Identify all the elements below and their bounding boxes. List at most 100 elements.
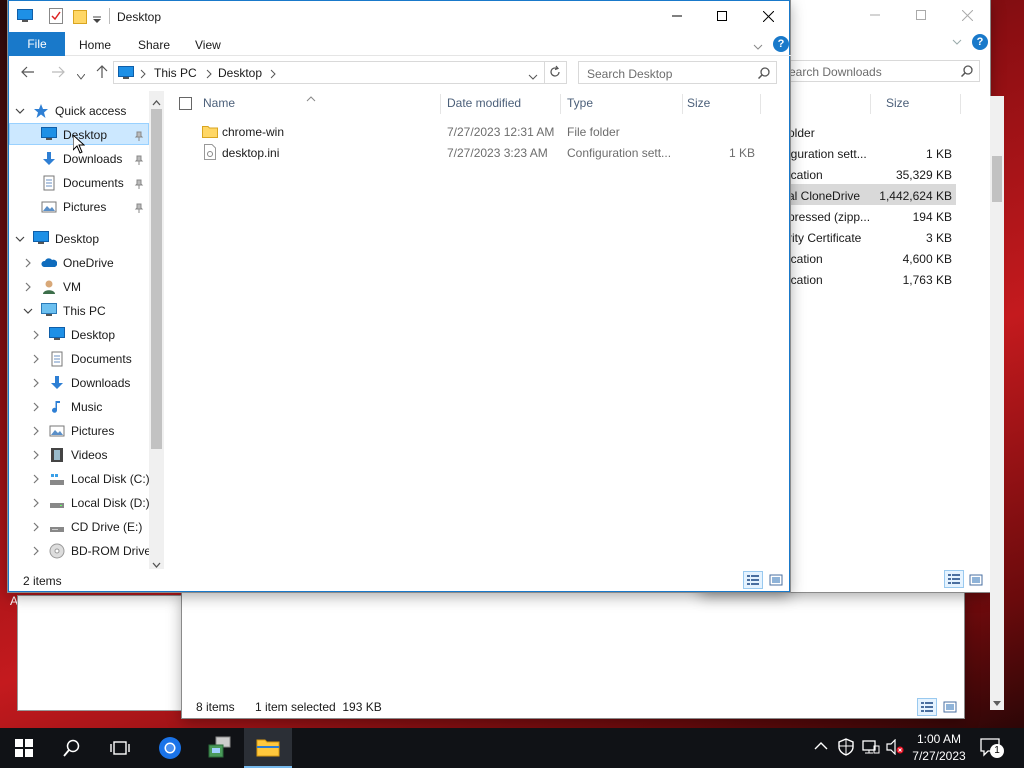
breadcrumb-separator-icon[interactable]: [270, 68, 276, 82]
start-button[interactable]: [0, 728, 48, 768]
recent-locations-icon[interactable]: [76, 69, 86, 83]
search-taskbar-button[interactable]: [48, 728, 96, 768]
network-tool-taskbar-button[interactable]: [196, 728, 244, 768]
table-row[interactable]: iguration sett... 1 KB: [788, 145, 960, 166]
ribbon-expand-icon[interactable]: [753, 40, 763, 54]
breadcrumb-separator-icon[interactable]: [140, 68, 146, 82]
chevron-right-icon[interactable]: [31, 330, 41, 340]
table-row[interactable]: ication 35,329 KB: [788, 166, 960, 187]
pin-icon[interactable]: [134, 202, 144, 216]
chevron-right-icon[interactable]: [31, 474, 41, 484]
back-details-view-button[interactable]: [944, 570, 964, 588]
sidebar-item-quick-access[interactable]: Quick access: [15, 99, 126, 123]
breadcrumb-this-pc[interactable]: This PC: [154, 66, 197, 80]
help-icon[interactable]: ?: [773, 36, 789, 52]
refresh-button[interactable]: [545, 61, 567, 84]
scrollbar-thumb[interactable]: [151, 109, 162, 449]
table-row[interactable]: rity Certificate 3 KB: [788, 229, 960, 250]
scroll-up-icon[interactable]: [152, 95, 161, 109]
background-scrollbar[interactable]: [990, 96, 1004, 710]
table-row[interactable]: al CloneDrive 1,442,624 KB: [788, 187, 960, 208]
back-arrow-icon[interactable]: [21, 65, 35, 82]
title-bar[interactable]: Desktop: [9, 1, 791, 32]
scrollbar-thumb[interactable]: [992, 156, 1002, 202]
sidebar-item-this-pc[interactable]: This PC: [23, 299, 106, 323]
sidebar-item-pc-pictures[interactable]: Pictures: [31, 419, 114, 443]
sidebar-item-pc-videos[interactable]: Videos: [31, 443, 107, 467]
ribbon-collapse-icon[interactable]: [952, 35, 962, 49]
network-tray-button[interactable]: [862, 739, 880, 758]
sidebar-item-local-disk-c[interactable]: Local Disk (C:): [31, 467, 149, 491]
up-arrow-icon[interactable]: [95, 65, 109, 82]
chevron-down-icon[interactable]: [15, 234, 25, 244]
chevron-right-icon[interactable]: [31, 498, 41, 508]
tab-file[interactable]: File: [9, 32, 65, 56]
back-large-icons-view-button[interactable]: [968, 572, 984, 591]
chevron-right-icon[interactable]: [31, 378, 41, 388]
action-center-button[interactable]: 1: [980, 738, 1004, 761]
scroll-down-icon[interactable]: [993, 696, 1001, 710]
maximize-button[interactable]: [699, 1, 745, 31]
sidebar-item-qa-pictures[interactable]: Pictures: [41, 195, 106, 219]
chevron-down-icon[interactable]: [23, 306, 33, 316]
chevron-right-icon[interactable]: [31, 354, 41, 364]
chrome-taskbar-button[interactable]: [146, 728, 194, 768]
table-row[interactable]: ication 4,600 KB: [788, 250, 960, 271]
column-header-date[interactable]: Date modified: [447, 91, 521, 115]
address-dropdown-icon[interactable]: [528, 70, 538, 84]
security-tray-button[interactable]: [838, 738, 854, 759]
show-hidden-icons-button[interactable]: [814, 740, 828, 754]
close-button[interactable]: [944, 0, 990, 30]
minimize-button[interactable]: [852, 0, 898, 30]
select-all-checkbox[interactable]: [179, 97, 192, 110]
large-icons-view-button[interactable]: [942, 699, 958, 715]
file-explorer-taskbar-button[interactable]: [244, 728, 292, 768]
search-box[interactable]: earch Downloads: [784, 60, 980, 82]
breadcrumb-separator-icon[interactable]: [206, 68, 212, 82]
chevron-down-icon[interactable]: [15, 106, 25, 116]
sidebar-item-qa-documents[interactable]: Documents: [41, 171, 124, 195]
column-header-size[interactable]: Size: [687, 91, 710, 115]
maximize-button[interactable]: [898, 0, 944, 30]
large-icons-view-button[interactable]: [768, 572, 784, 591]
task-view-button[interactable]: [96, 728, 144, 768]
column-header-type[interactable]: Type: [567, 91, 593, 115]
table-row[interactable]: older: [788, 124, 960, 145]
table-row[interactable]: desktop.ini 7/27/2023 3:23 AM Configurat…: [169, 142, 769, 163]
minimize-button[interactable]: [654, 1, 700, 31]
properties-icon[interactable]: [49, 8, 63, 27]
column-header-size[interactable]: Size: [886, 96, 909, 110]
pin-icon[interactable]: [134, 178, 144, 192]
forward-arrow-icon[interactable]: [51, 65, 65, 82]
sidebar-item-pc-downloads[interactable]: Downloads: [31, 371, 130, 395]
sidebar-item-desktop-root[interactable]: Desktop: [15, 227, 99, 251]
help-icon[interactable]: ?: [972, 34, 988, 50]
sidebar-item-onedrive[interactable]: OneDrive: [23, 251, 114, 275]
tab-home[interactable]: Home: [79, 38, 111, 52]
explorer-window-desktop[interactable]: Desktop File Home Share View ? This PC D…: [8, 0, 791, 592]
chevron-right-icon[interactable]: [31, 450, 41, 460]
clock-button[interactable]: 1:00 AM 7/27/2023: [910, 731, 968, 765]
table-row[interactable]: ication 1,763 KB: [788, 271, 960, 292]
address-bar[interactable]: This PC Desktop: [113, 61, 545, 84]
sidebar-scrollbar[interactable]: [149, 91, 164, 569]
table-row[interactable]: pressed (zipp... 194 KB: [788, 208, 960, 229]
tab-view[interactable]: View: [195, 38, 221, 52]
sidebar-item-pc-desktop[interactable]: Desktop: [31, 323, 115, 347]
chevron-right-icon[interactable]: [31, 546, 41, 556]
sidebar-item-local-disk-d[interactable]: Local Disk (D:): [31, 491, 149, 515]
pin-icon[interactable]: [134, 130, 144, 144]
chevron-right-icon[interactable]: [23, 282, 33, 292]
chevron-right-icon[interactable]: [31, 402, 41, 412]
sidebar-item-pc-documents[interactable]: Documents: [31, 347, 132, 371]
new-folder-icon[interactable]: [73, 8, 87, 27]
pin-icon[interactable]: [134, 154, 144, 168]
column-header-name[interactable]: Name: [203, 91, 235, 115]
sidebar-item-cd-drive-e[interactable]: CD Drive (E:): [31, 515, 142, 539]
table-row[interactable]: chrome-win 7/27/2023 12:31 AM File folde…: [169, 121, 769, 142]
details-view-button[interactable]: [917, 698, 937, 716]
sidebar-item-vm[interactable]: VM: [23, 275, 81, 299]
chevron-right-icon[interactable]: [31, 426, 41, 436]
chevron-right-icon[interactable]: [23, 258, 33, 268]
tab-share[interactable]: Share: [138, 38, 170, 52]
